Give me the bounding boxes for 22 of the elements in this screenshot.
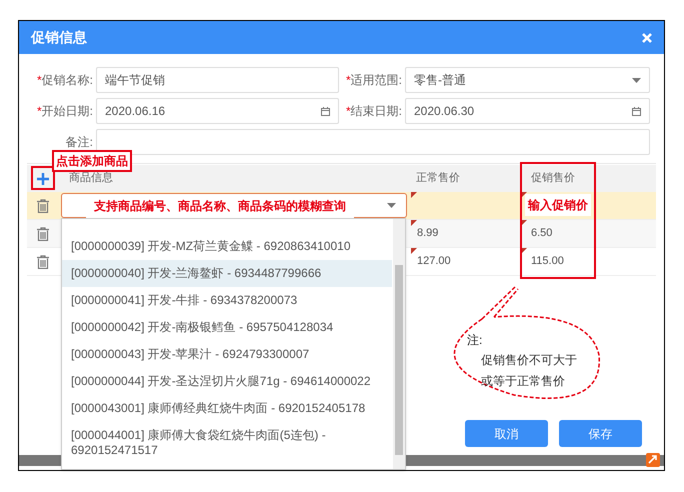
annotation-label: 输入促销价 [525, 194, 591, 216]
field-label: 促销名称: [42, 73, 93, 87]
field-label: 结束日期: [350, 104, 402, 118]
field-label: 备注: [66, 135, 93, 149]
note-text: 促销售价不可大于 [481, 352, 577, 369]
annotation-label: 点击添加商品 [52, 150, 132, 172]
required-mark: * [346, 104, 351, 118]
column-header: 促销售价 [530, 171, 576, 186]
table-cell-text: 8.99 [417, 226, 438, 242]
required-mark: * [36, 73, 42, 87]
column-header: 正常售价 [415, 171, 461, 186]
note-title: 注: [467, 332, 482, 349]
table-cell-text: 6.50 [531, 226, 552, 242]
note-text: 或等于正常售价 [481, 373, 566, 390]
required-mark: * [36, 104, 42, 118]
field-label: 开始日期: [42, 104, 93, 118]
column-header: 商品信息 [68, 171, 114, 186]
table-cell-text: 127.00 [417, 254, 451, 270]
required-mark: * [346, 73, 351, 87]
dialog-title: 促销信息 [31, 28, 87, 47]
field-label: 适用范围: [350, 73, 402, 87]
table-cell-text: 115.00 [531, 254, 564, 270]
